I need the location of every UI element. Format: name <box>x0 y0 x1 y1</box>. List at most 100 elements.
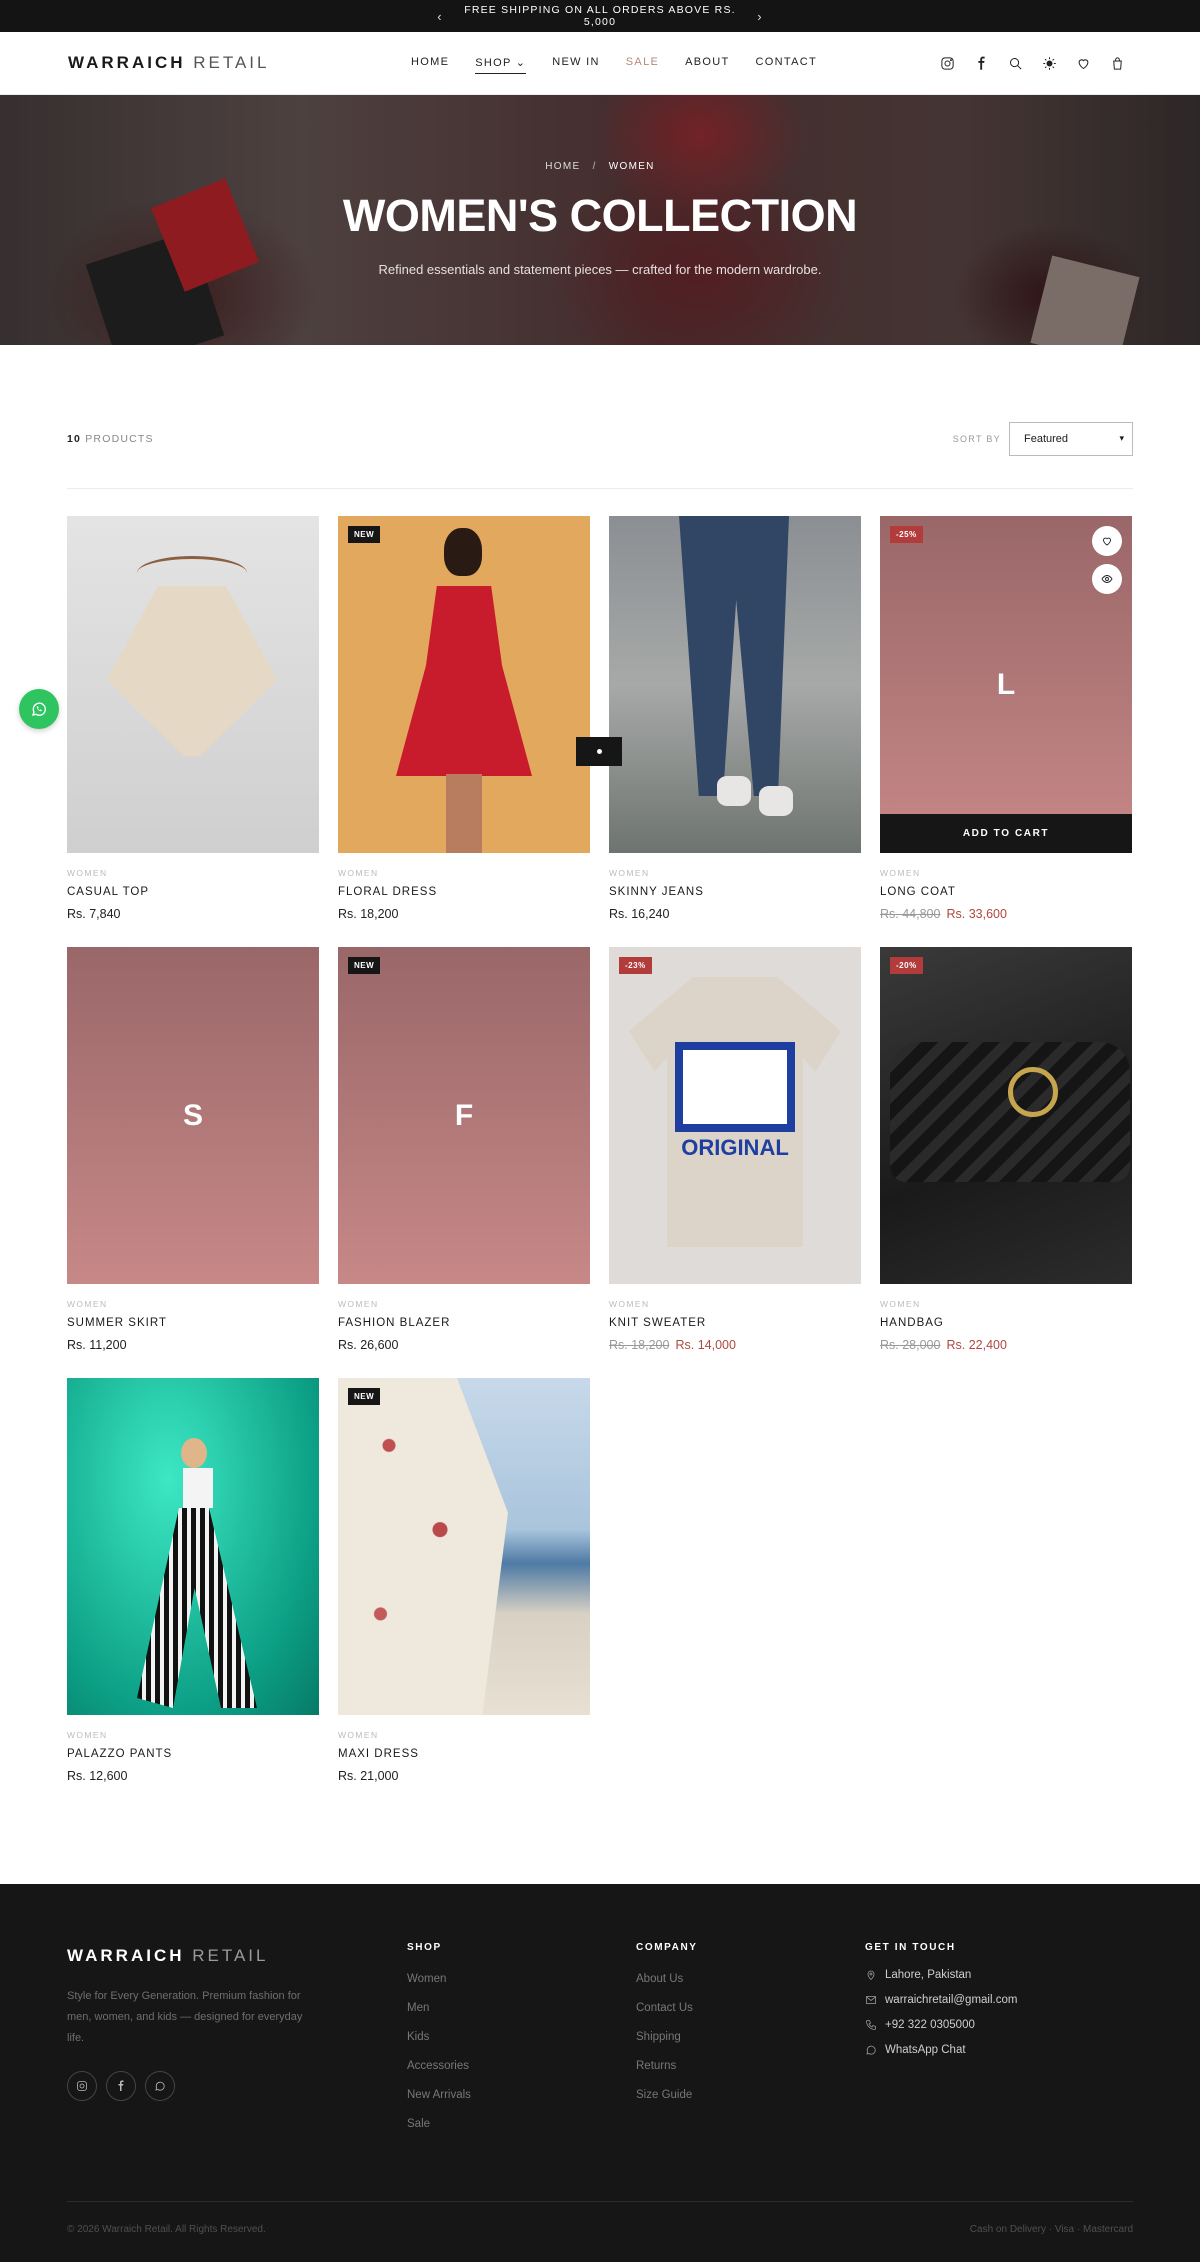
product-name[interactable]: SUMMER SKIRT <box>67 1317 319 1329</box>
instagram-icon[interactable] <box>939 55 955 71</box>
footer-link-men[interactable]: Men <box>407 2002 636 2014</box>
nav-new-in[interactable]: NEW IN <box>552 52 600 74</box>
footer-link-new-arrivals[interactable]: New Arrivals <box>407 2089 636 2101</box>
add-to-cart-button[interactable]: ADD TO CART <box>880 814 1132 853</box>
product-card[interactable]: WOMEN PALAZZO PANTS Rs. 12,600 <box>67 1378 319 1809</box>
new-badge: NEW <box>348 526 381 543</box>
product-image[interactable]: L -25% ADD TO CART <box>880 516 1132 853</box>
product-name[interactable]: LONG COAT <box>880 886 1132 898</box>
footer-facebook-icon[interactable] <box>106 2071 136 2101</box>
product-name[interactable]: MAXI DRESS <box>338 1748 590 1760</box>
add-to-wishlist-button[interactable] <box>1092 526 1122 556</box>
cart-icon[interactable] <box>1109 55 1125 71</box>
product-card[interactable]: -20% WOMEN HANDBAG Rs. 28,000 Rs. 22,400 <box>880 947 1132 1378</box>
product-category: WOMEN <box>67 868 108 878</box>
product-count-number: 10 <box>67 432 82 445</box>
old-price: Rs. 28,000 <box>880 1338 941 1352</box>
footer-instagram-icon[interactable] <box>67 2071 97 2101</box>
footer-link-shipping[interactable]: Shipping <box>636 2031 865 2043</box>
footer-tagline: Style for Every Generation. Premium fash… <box>67 1990 303 2044</box>
sort-control: SORT BY Featured ▾ <box>953 421 1133 456</box>
sale-price: Rs. 14,000 <box>675 1338 736 1352</box>
product-image[interactable] <box>67 1378 319 1715</box>
site-header: WARRAICH RETAIL HOME SHOP ⌄ NEW IN SALE … <box>0 32 1200 95</box>
announcement-bar: ‹ FREE SHIPPING ON ALL ORDERS ABOVE RS. … <box>0 0 1200 32</box>
search-icon[interactable] <box>1007 55 1023 71</box>
whatsapp-icon <box>866 2045 876 2055</box>
discount-badge: -25% <box>890 526 923 543</box>
chevron-down-icon: ▾ <box>1119 433 1124 443</box>
product-card[interactable]: F NEW WOMEN FASHION BLAZER Rs. 26,600 <box>338 947 590 1378</box>
footer-link-returns[interactable]: Returns <box>636 2060 865 2072</box>
footer-logo[interactable]: WARRAICH RETAIL <box>67 1946 407 1966</box>
site-logo[interactable]: WARRAICH RETAIL <box>68 53 270 73</box>
product-name[interactable]: PALAZZO PANTS <box>67 1748 319 1760</box>
breadcrumb: HOME / WOMEN <box>0 161 1200 172</box>
product-category: WOMEN <box>609 868 650 878</box>
footer-whatsapp-icon[interactable] <box>145 2071 175 2101</box>
product-image[interactable]: NEW <box>338 516 590 853</box>
product-image[interactable]: -20% <box>880 947 1132 1284</box>
product-price: Rs. 28,000 Rs. 22,400 <box>880 1338 1132 1352</box>
product-card[interactable]: WOMEN CASUAL TOP Rs. 7,840 <box>67 516 319 947</box>
product-image[interactable] <box>67 516 319 853</box>
contact-email[interactable]: warraichretail@gmail.com <box>865 1994 1125 2006</box>
product-card[interactable]: S WOMEN SUMMER SKIRT Rs. 11,200 <box>67 947 319 1378</box>
footer-link-accessories[interactable]: Accessories <box>407 2060 636 2072</box>
nav-about[interactable]: ABOUT <box>685 52 729 74</box>
footer-link-sale[interactable]: Sale <box>407 2118 636 2130</box>
product-image[interactable]: NEW <box>338 1378 590 1715</box>
facebook-icon[interactable] <box>973 55 989 71</box>
header-icons <box>939 55 1125 71</box>
product-placeholder-letter: S <box>182 1098 203 1132</box>
product-image[interactable]: ORIGINAL -23% <box>609 947 861 1284</box>
product-category: WOMEN <box>67 1730 108 1740</box>
nav-contact[interactable]: CONTACT <box>756 52 817 74</box>
product-name[interactable]: HANDBAG <box>880 1317 1132 1329</box>
breadcrumb-home[interactable]: HOME <box>545 161 580 172</box>
footer-link-kids[interactable]: Kids <box>407 2031 636 2043</box>
theme-toggle-icon[interactable] <box>1041 55 1057 71</box>
nav-home[interactable]: HOME <box>411 52 449 74</box>
product-card[interactable]: NEW WOMEN MAXI DRESS Rs. 21,000 <box>338 1378 590 1809</box>
product-name[interactable]: KNIT SWEATER <box>609 1317 861 1329</box>
nav-shop[interactable]: SHOP ⌄ <box>475 52 527 74</box>
product-card[interactable]: ORIGINAL -23% WOMEN KNIT SWEATER Rs. 18,… <box>609 947 861 1378</box>
sale-price: Rs. 22,400 <box>946 1338 1007 1352</box>
logo-light: RETAIL <box>193 53 270 72</box>
contact-phone[interactable]: +92 322 0305000 <box>865 2019 1125 2031</box>
contact-whatsapp[interactable]: WhatsApp Chat <box>865 2044 1125 2056</box>
nav-sale[interactable]: SALE <box>626 52 659 74</box>
product-card[interactable]: NEW WOMEN FLORAL DRESS Rs. 18,200 <box>338 516 590 947</box>
product-price: Rs. 11,200 <box>67 1338 127 1352</box>
quick-view-button[interactable] <box>1092 564 1122 594</box>
product-image[interactable]: S <box>67 947 319 1284</box>
site-footer: WARRAICH RETAIL Style for Every Generati… <box>0 1884 1200 2262</box>
footer-link-contact[interactable]: Contact Us <box>636 2002 865 2014</box>
product-image[interactable] <box>609 516 861 853</box>
announcement-text: FREE SHIPPING ON ALL ORDERS ABOVE RS. 5,… <box>464 4 736 28</box>
product-card[interactable]: WOMEN SKINNY JEANS Rs. 16,240 <box>609 516 861 947</box>
announcement-next-button[interactable]: › <box>740 9 780 24</box>
image-slider-indicator[interactable] <box>576 737 622 766</box>
wishlist-icon[interactable] <box>1075 55 1091 71</box>
footer-link-women[interactable]: Women <box>407 1973 636 1985</box>
product-name[interactable]: FASHION BLAZER <box>338 1317 590 1329</box>
footer-link-size-guide[interactable]: Size Guide <box>636 2089 865 2101</box>
whatsapp-float-button[interactable] <box>19 689 59 729</box>
product-name[interactable]: SKINNY JEANS <box>609 886 861 898</box>
product-category: WOMEN <box>880 868 921 878</box>
sort-select[interactable]: Featured ▾ <box>1009 421 1133 456</box>
product-name[interactable]: FLORAL DRESS <box>338 886 590 898</box>
product-price: Rs. 18,200 <box>338 907 399 921</box>
whatsapp-icon <box>31 702 46 716</box>
sale-price: Rs. 33,600 <box>946 907 1007 921</box>
product-count-label: PRODUCTS <box>85 432 154 445</box>
footer-link-about[interactable]: About Us <box>636 1973 865 1985</box>
product-name[interactable]: CASUAL TOP <box>67 886 319 898</box>
footer-company-title: COMPANY <box>636 1942 698 1953</box>
announcement-prev-button[interactable]: ‹ <box>420 9 460 24</box>
product-category: WOMEN <box>338 1730 379 1740</box>
product-card[interactable]: L -25% ADD TO CART WOMEN LONG COAT Rs. 4… <box>880 516 1132 947</box>
product-image[interactable]: F NEW <box>338 947 590 1284</box>
